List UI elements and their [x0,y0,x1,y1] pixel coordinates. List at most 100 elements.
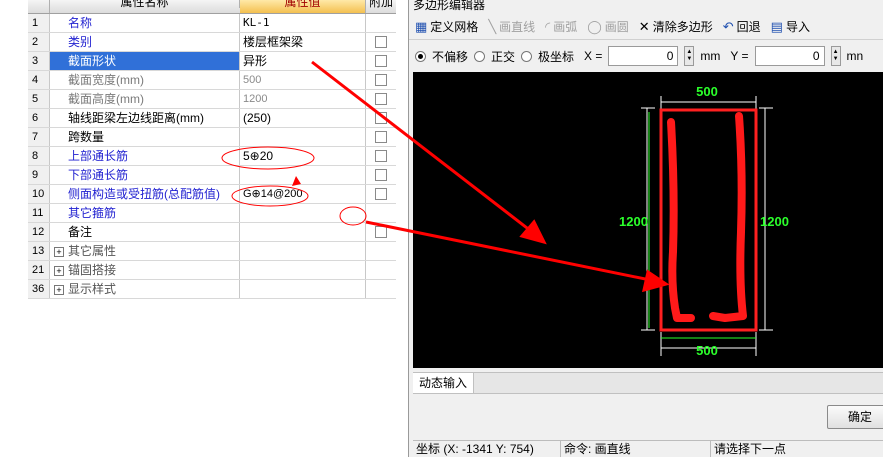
polar-label: 极坐标 [538,49,575,64]
grid-row-selected[interactable]: 3 截面形状 异形 [28,52,396,71]
dynamic-input-panel: 动态输入 [413,372,883,394]
add-checkbox[interactable] [375,36,387,48]
row-value[interactable]: G⊕14@200 [240,185,366,203]
orthogonal-radio[interactable] [474,50,486,62]
row-name: 锚固搭接 [68,263,117,277]
row-value[interactable] [240,204,366,222]
row-value[interactable] [240,223,366,241]
import-icon: ▤ [770,18,783,34]
add-checkbox[interactable] [375,131,387,143]
y-input[interactable]: 0 [754,46,825,66]
add-checkbox[interactable] [375,112,387,124]
dim-height-left: 1200 [619,214,648,229]
add-checkbox[interactable] [375,188,387,200]
row-name: 截面宽度(mm) [50,71,240,89]
x-unit: mm [700,49,721,63]
editor-title: 多边形编辑器 [413,0,486,12]
grid-row[interactable]: 6 轴线距梁左边线距离(mm) (250) [28,109,396,128]
row-value[interactable] [240,128,366,146]
grid-row[interactable]: 1 名称 KL-1 [28,14,396,33]
row-name: 下部通长筋 [50,166,240,184]
header-add[interactable]: 附加 [366,0,396,9]
grid-row[interactable]: 10 侧面构造或受扭筋(总配筋值) G⊕14@200 [28,185,396,204]
orthogonal-label: 正交 [491,49,516,64]
grid-header: 属性名称 属性值 附加 [28,0,396,14]
grid-row[interactable]: 12 备注 [28,223,396,242]
no-offset-radio[interactable] [415,50,426,62]
x-spinner[interactable]: ▲ ▼ [684,46,695,66]
expand-icon[interactable]: + [54,265,64,276]
status-prompt: 请选择下一点 [714,442,787,456]
draw-arc-button[interactable]: ◜ 画弧 [545,18,577,35]
header-value[interactable]: 属性值 [240,0,366,13]
expand-icon[interactable]: + [54,284,64,295]
add-checkbox[interactable] [375,150,387,162]
grid-group-row[interactable]: 36 + 显示样式 [28,280,396,299]
status-coords: 坐标 (X: -1341 Y: 754) [413,441,561,457]
grid-icon: ▦ [415,18,428,34]
row-name: 轴线距梁左边线距离(mm) [50,109,240,127]
sketch-marks [667,112,747,322]
grid-row[interactable]: 4 截面宽度(mm) 500 [28,71,396,90]
status-command: 命令: 画直线 [561,441,711,457]
clear-polygon-button[interactable]: ✕ 清除多边形 [639,18,713,35]
polar-radio[interactable] [521,50,533,62]
add-checkbox[interactable] [375,93,387,105]
line-icon: ╲ [488,18,497,34]
add-checkbox[interactable] [375,169,387,181]
y-unit: mn [846,49,864,63]
expand-icon[interactable]: + [54,246,64,257]
row-name: 上部通长筋 [50,147,240,165]
row-value[interactable]: 500 [240,71,366,89]
add-checkbox[interactable] [375,226,387,238]
draw-line-button[interactable]: ╲ 画直线 [488,18,535,35]
grid-group-row[interactable]: 21 + 锚固搭接 [28,261,396,280]
undo-icon: ↶ [722,18,734,34]
grid-group-row[interactable]: 13 + 其它属性 [28,242,396,261]
x-input[interactable]: 0 [608,46,679,66]
row-name: 其它属性 [68,244,117,258]
define-grid-button[interactable]: ▦ 定义网格 [415,18,478,35]
undo-button[interactable]: ↶ 回退 [723,18,761,35]
status-bar: 坐标 (X: -1341 Y: 754) 命令: 画直线 请选择下一点 [413,440,883,457]
drawing-canvas[interactable]: 500 500 1200 1200 [413,72,883,368]
add-checkbox[interactable] [375,55,387,67]
tab-dynamic-input[interactable]: 动态输入 [413,373,475,393]
dim-height-right: 1200 [760,214,789,229]
grid-row[interactable]: 8 上部通长筋 5⊕20 [28,147,396,166]
row-name: 类别 [50,33,240,51]
import-button[interactable]: ▤ 导入 [771,18,810,35]
section-drawing: 500 500 1200 1200 [619,84,789,358]
row-value[interactable]: 5⊕20 [240,147,366,165]
property-grid: 属性名称 属性值 附加 1 名称 KL-1 2 类别 楼层框架梁 3 截面形状 … [28,0,396,299]
row-value[interactable]: (250) [240,109,366,127]
y-label: Y = [730,49,749,63]
grid-row[interactable]: 9 下部通长筋 [28,166,396,185]
row-name: 备注 [50,223,240,241]
dim-width-bottom: 500 [696,343,718,358]
row-name: 跨数量 [50,128,240,146]
row-value[interactable]: 异形 [240,52,366,70]
y-spinner[interactable]: ▲ ▼ [830,46,841,66]
ok-button[interactable]: 确定 [827,405,883,429]
header-name[interactable]: 属性名称 [50,0,240,9]
row-name: 截面高度(mm) [50,90,240,108]
row-value[interactable]: 楼层框架梁 [240,33,366,51]
x-label: X = [584,49,603,63]
row-value[interactable]: KL-1 [240,14,366,32]
row-name: 侧面构造或受扭筋(总配筋值) [50,185,240,203]
draw-circle-button[interactable]: ◯ 画圆 [587,18,629,35]
arc-icon: ◜ [545,18,551,34]
grid-row[interactable]: 5 截面高度(mm) 1200 [28,90,396,109]
grid-row[interactable]: 11 其它箍筋 [28,204,396,223]
no-offset-label: 不偏移 [432,49,469,64]
add-checkbox[interactable] [375,74,387,86]
circle-icon: ◯ [587,18,602,34]
row-value[interactable] [240,166,366,184]
row-value[interactable]: 1200 [240,90,366,108]
editor-toolbar: ▦ 定义网格 ╲ 画直线 ◜ 画弧 ◯ 画圆 ✕ 清除多边形 ↶ 回退 ▤ 导入 [409,14,883,40]
grid-row[interactable]: 2 类别 楼层框架梁 [28,33,396,52]
dim-width-top: 500 [696,84,718,99]
coordinate-bar: 不偏移 正交 极坐标 X = 0 ▲ ▼ mm Y = 0 ▲ ▼ mn [409,42,883,70]
grid-row[interactable]: 7 跨数量 [28,128,396,147]
